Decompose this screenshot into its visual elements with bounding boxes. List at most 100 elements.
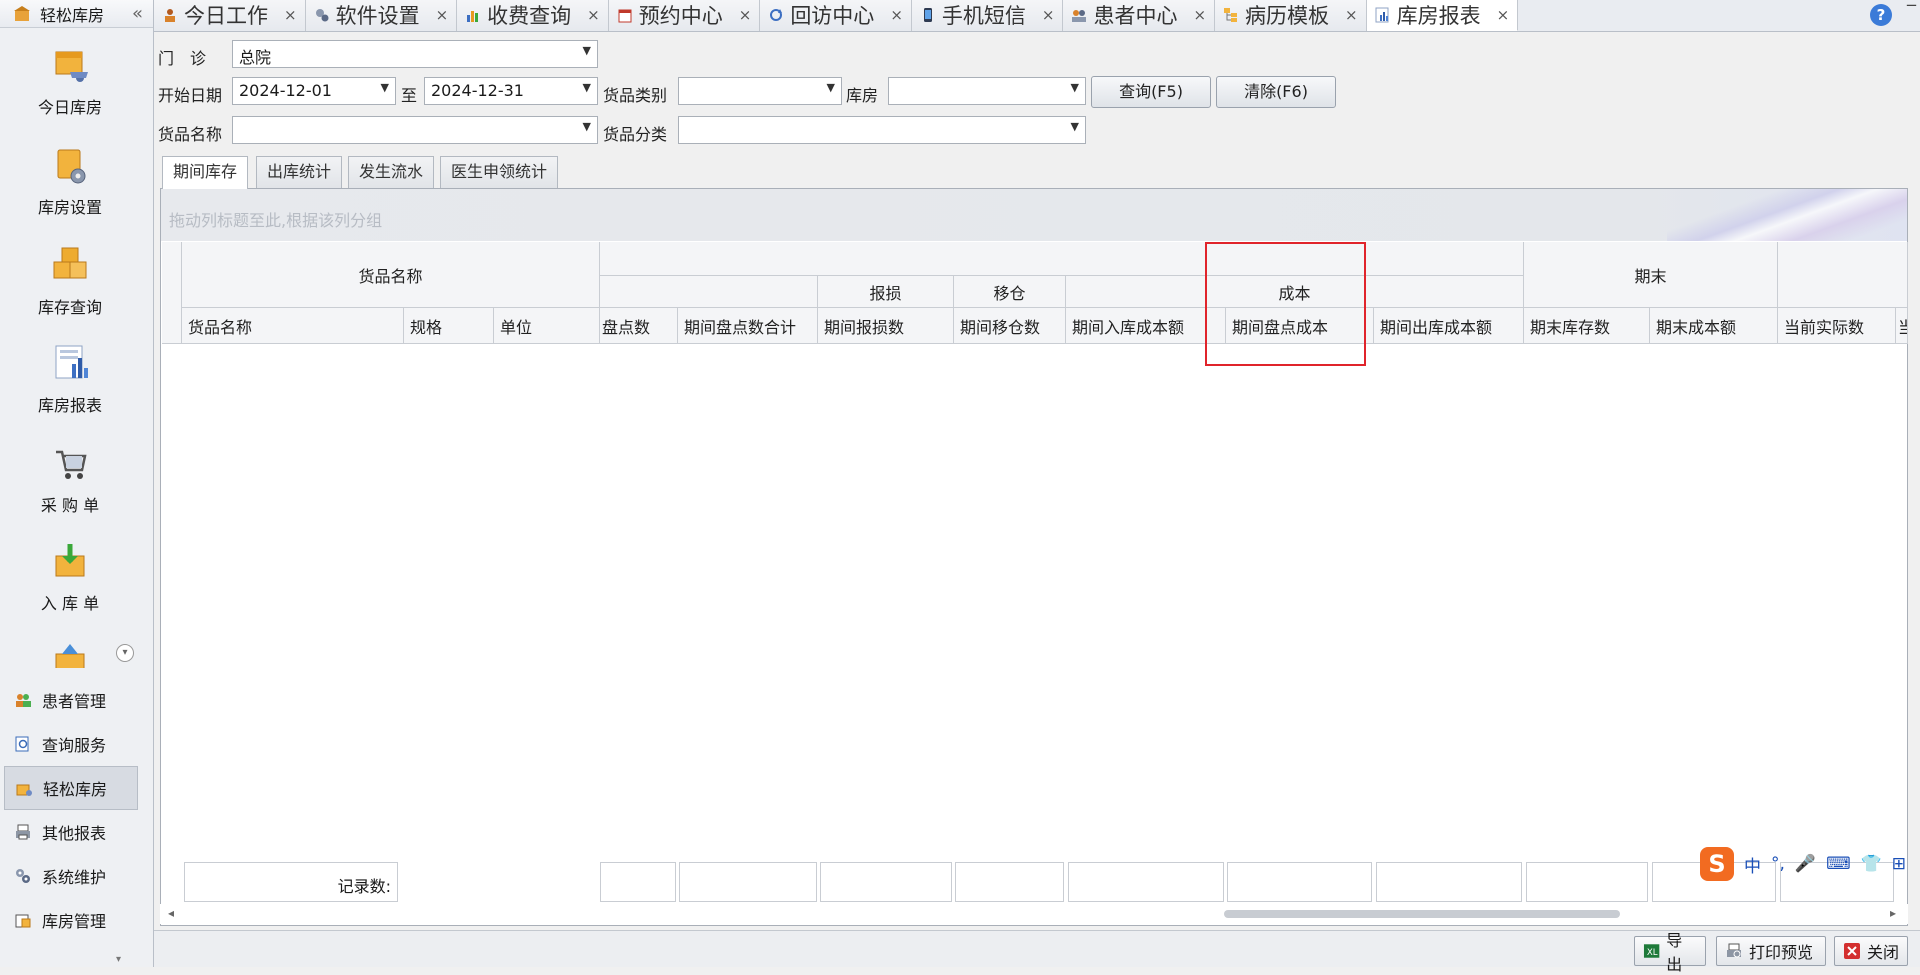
col-current-actual[interactable]: 当前实际数 [1778, 308, 1896, 344]
sidebar-more-icon[interactable]: ▾ [116, 954, 121, 965]
tab-transaction-flow[interactable]: 发生流水 [348, 156, 435, 188]
tab-record-template[interactable]: 病历模板 × [1215, 0, 1367, 31]
sidebar-item-purchase-order[interactable]: 采 购 单 [0, 444, 140, 516]
close-icon[interactable]: × [1497, 6, 1510, 24]
tab-warehouse-report[interactable]: 库房报表 × [1366, 0, 1519, 31]
col-end-stock-count[interactable]: 期末库存数 [1524, 308, 1650, 344]
close-button[interactable]: 关闭 [1834, 936, 1908, 966]
sidebar-item-warehouse-settings[interactable]: 库房设置 [0, 146, 140, 218]
col-stocktake-count[interactable]: 盘点数 [600, 308, 678, 344]
item-name-select[interactable]: ▼ [232, 116, 598, 144]
ime-punctuation[interactable]: °, [1771, 854, 1785, 874]
sidebar-item-warehouse-report[interactable]: 库房报表 [0, 344, 140, 416]
skin-shirt-icon[interactable]: 👕 [1861, 854, 1882, 874]
tab-sms[interactable]: 手机短信 × [911, 0, 1064, 31]
clinic-select[interactable]: 总院 ▼ [232, 40, 598, 68]
sidebar-item-patient-management[interactable]: 患者管理 [0, 678, 154, 722]
footer-cell [600, 862, 676, 902]
query-button[interactable]: 查询(F5) [1091, 76, 1211, 108]
tab-period-stock[interactable]: 期间库存 [162, 156, 249, 189]
col-period-stocktake-cost[interactable]: 期间盘点成本 [1226, 308, 1374, 344]
sidebar-item-query-service[interactable]: 查询服务 [0, 722, 154, 766]
minimize-icon[interactable]: ‾ [1907, 2, 1916, 23]
sidebar-title: 轻松库房 [40, 5, 105, 25]
keyboard-icon[interactable]: ⌨ [1826, 854, 1851, 874]
grid-menu-icon[interactable]: ⊞ [1892, 854, 1906, 874]
outbound-icon [55, 644, 85, 668]
patients-icon [16, 694, 31, 707]
tab-software-settings[interactable]: 软件设置 × [305, 0, 458, 31]
sidebar-item-other-reports[interactable]: 其他报表 [0, 810, 154, 854]
tab-doctor-requisition-stats[interactable]: 医生申领统计 [440, 156, 559, 188]
scroll-right-icon[interactable]: ▸ [1890, 906, 1896, 920]
col-unit[interactable]: 单位 [494, 308, 600, 344]
footer-cell [1526, 862, 1648, 902]
close-icon[interactable]: × [284, 6, 297, 24]
nav-item-label: 查询服务 [42, 736, 107, 755]
sogou-logo[interactable]: S [1700, 847, 1734, 881]
col-period-outbound-cost[interactable]: 期间出库成本额 [1374, 308, 1524, 344]
col-spec[interactable]: 规格 [404, 308, 494, 344]
help-icon[interactable]: ? [1870, 4, 1892, 26]
ime-toolbar: S 中 °, 🎤 ⌨ 👕 ⊞ [1700, 846, 1906, 882]
close-red-icon [1844, 943, 1860, 959]
band-period [600, 242, 1524, 276]
close-icon[interactable]: × [739, 6, 752, 24]
gears-icon [315, 9, 329, 22]
sidebar-item-system-maintenance[interactable]: 系统维护 [0, 854, 154, 898]
close-icon[interactable]: × [587, 6, 600, 24]
sidebar-item-warehouse-management[interactable]: 库房管理 [0, 898, 154, 942]
chevron-down-icon: ▼ [582, 120, 591, 133]
item-class-select[interactable]: ▼ [678, 116, 1086, 144]
tab-appointment-center[interactable]: 预约中心 × [608, 0, 761, 31]
sidebar-item-easy-warehouse[interactable]: 轻松库房 [4, 766, 138, 810]
sidebar-item-label: 今日库房 [37, 98, 102, 117]
close-icon[interactable]: × [1042, 6, 1055, 24]
col-item-name[interactable]: 货品名称 [182, 308, 404, 344]
sidebar-item-label: 库存查询 [37, 298, 102, 317]
col-period-damage-count[interactable]: 期间报损数 [818, 308, 954, 344]
tab-patient-center[interactable]: 患者中心 × [1063, 0, 1216, 31]
microphone-icon[interactable]: 🎤 [1795, 854, 1816, 874]
tab-followup-center[interactable]: 回访中心 × [760, 0, 912, 31]
close-icon[interactable]: × [436, 6, 449, 24]
tab-label: 今日工作 [184, 4, 268, 28]
warehouse-label: 库房 [846, 86, 879, 105]
refresh-icon [770, 9, 783, 21]
tab-today-work[interactable]: 今日工作 × [154, 0, 306, 31]
print-preview-icon [1727, 943, 1741, 958]
double-chevron-left-icon[interactable]: « [132, 3, 143, 24]
end-date-picker[interactable]: 2024-12-31 ▼ [424, 77, 598, 105]
clear-button[interactable]: 清除(F6) [1216, 76, 1336, 108]
horizontal-scrollbar[interactable] [160, 904, 1908, 924]
sidebar-item-today-warehouse[interactable]: 今日库房 [0, 46, 140, 118]
sidebar-item-inbound-order[interactable]: 入 库 单 [0, 542, 140, 614]
close-icon[interactable]: × [1193, 6, 1206, 24]
warehouse-select[interactable]: ▼ [888, 77, 1086, 105]
tab-outbound-stats[interactable]: 出库统计 [256, 156, 343, 188]
group-by-area[interactable]: 拖动列标题至此,根据该列分组 [161, 189, 1907, 241]
chevron-down-icon: ▼ [380, 81, 389, 94]
search-doc-icon [15, 736, 29, 752]
start-date-picker[interactable]: 2024-12-01 ▼ [232, 77, 396, 105]
close-icon[interactable]: × [1345, 6, 1358, 24]
tab-label: 库房报表 [1396, 3, 1481, 28]
tab-fee-query[interactable]: 收费查询 × [457, 0, 609, 31]
nav-item-label: 轻松库房 [43, 780, 108, 799]
col-period-inbound-cost[interactable]: 期间入库成本额 [1066, 308, 1226, 344]
col-period-transfer-count[interactable]: 期间移仓数 [954, 308, 1066, 344]
print-preview-label: 打印预览 [1749, 943, 1814, 962]
category-select[interactable]: ▼ [678, 77, 842, 105]
template-tree-icon [1224, 8, 1238, 22]
print-preview-button[interactable]: 打印预览 [1716, 936, 1826, 966]
scroll-left-icon[interactable]: ◂ [168, 906, 174, 920]
close-icon[interactable]: × [890, 6, 903, 24]
col-end-cost[interactable]: 期末成本额 [1650, 308, 1778, 344]
scroll-down-icon[interactable]: ▾ [116, 644, 134, 662]
ime-chinese-mode[interactable]: 中 [1744, 852, 1761, 877]
col-partial[interactable]: 当 [1896, 308, 1908, 344]
col-period-stocktake-total[interactable]: 期间盘点数合计 [678, 308, 818, 344]
export-button[interactable]: XL 导出 [1634, 931, 1706, 974]
sidebar-item-stock-query[interactable]: 库存查询 [0, 246, 140, 318]
scrollbar-thumb[interactable] [1224, 910, 1620, 918]
